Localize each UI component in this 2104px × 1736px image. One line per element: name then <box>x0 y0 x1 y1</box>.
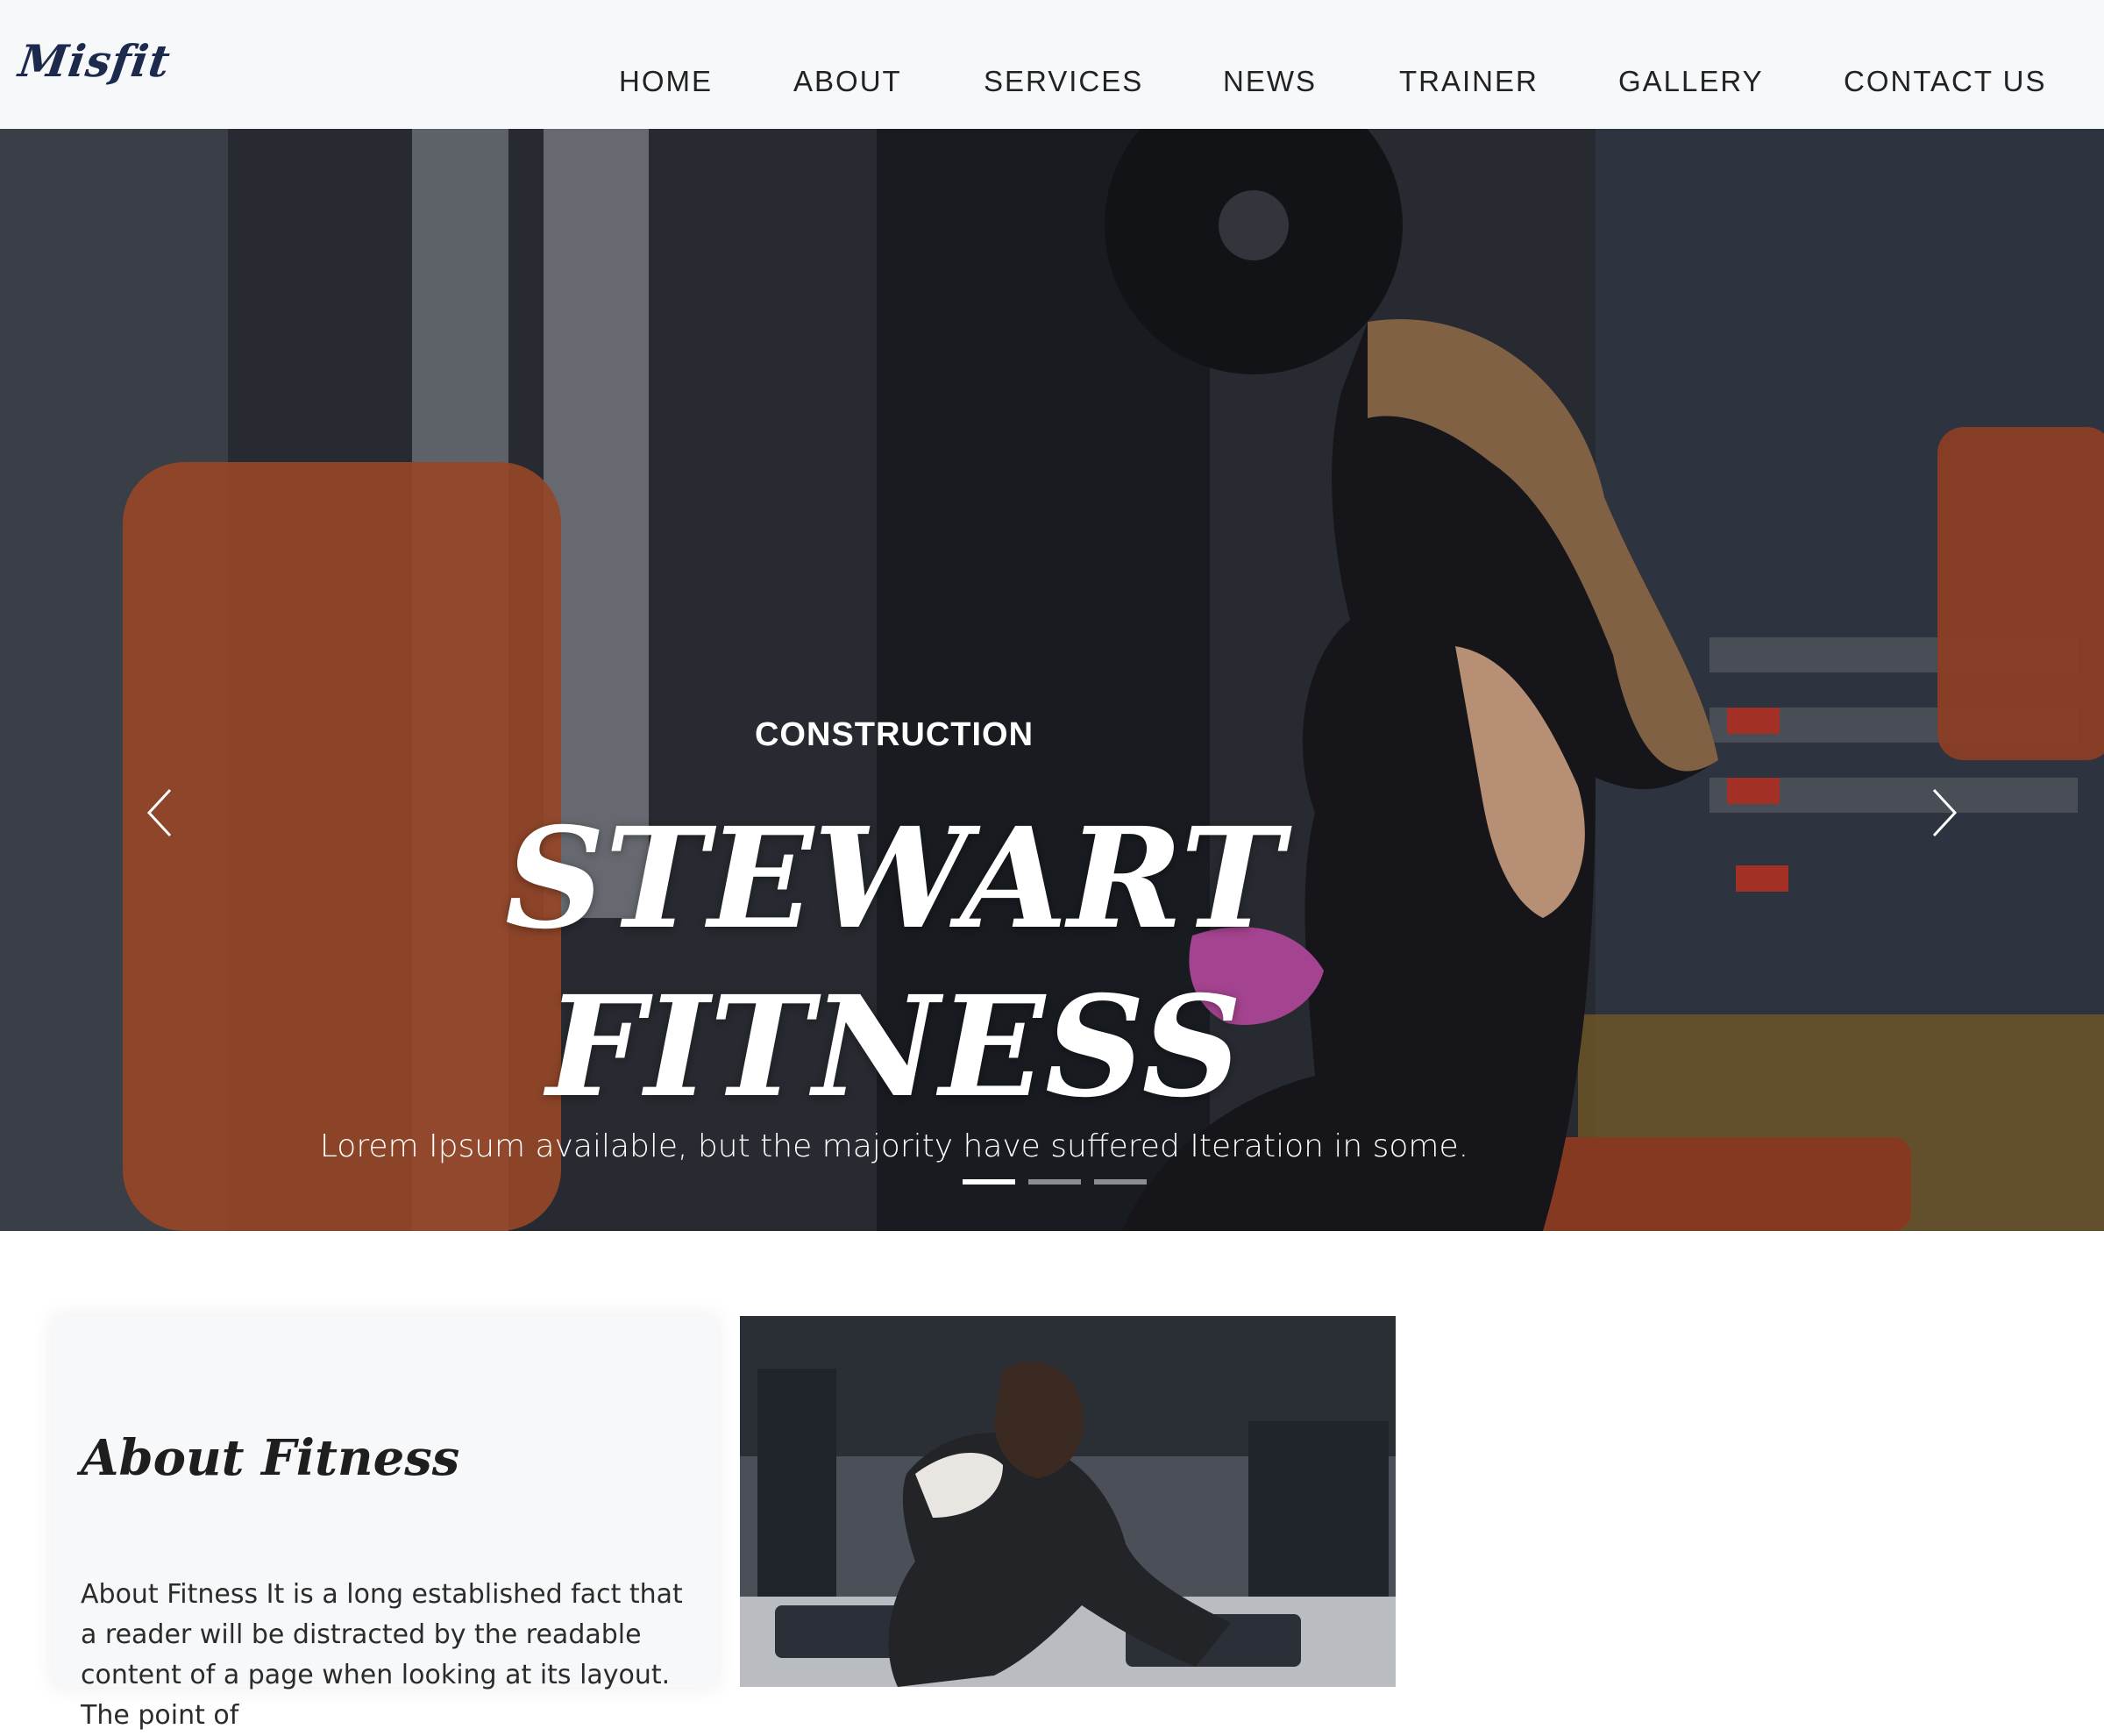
nav-item-contact-us[interactable]: CONTACT US <box>1844 65 2046 98</box>
hero-subtitle: Lorem Ipsum available, but the majority … <box>319 1128 1469 1164</box>
nav-item-about[interactable]: ABOUT <box>793 65 902 98</box>
carousel-next-button[interactable] <box>1920 778 1972 848</box>
nav-item-home[interactable]: HOME <box>619 65 713 98</box>
site-header: Misfit HOME ABOUT SERVICES NEWS TRAINER … <box>0 0 2104 129</box>
carousel-indicator-2[interactable] <box>1028 1179 1081 1185</box>
carousel-indicators <box>963 1179 1147 1188</box>
nav-item-gallery[interactable]: GALLERY <box>1618 65 1764 98</box>
nav-item-services[interactable]: SERVICES <box>984 65 1143 98</box>
nav-item-trainer[interactable]: TRAINER <box>1399 65 1539 98</box>
about-image <box>740 1316 1396 1687</box>
carousel-indicator-1[interactable] <box>963 1179 1015 1185</box>
nav-item-news[interactable]: NEWS <box>1223 65 1317 98</box>
carousel-indicator-3[interactable] <box>1094 1179 1147 1185</box>
chevron-right-icon <box>1932 788 1958 837</box>
hero-title-line-1: STEWART <box>504 798 1284 960</box>
about-text: About Fitness It is a long established f… <box>81 1579 683 1731</box>
about-title: About Fitness <box>81 1429 460 1487</box>
hero-kicker: CONSTRUCTION <box>754 716 1034 753</box>
hero-title-line-2: FITNESS <box>546 966 1242 1128</box>
hero-carousel: CONSTRUCTION STEWART FITNESS Lorem Ipsum… <box>0 129 2104 1231</box>
about-photo <box>740 1316 1396 1687</box>
hero-title: STEWART FITNESS <box>0 795 1788 1132</box>
main-nav: HOME ABOUT SERVICES NEWS TRAINER GALLERY… <box>0 65 2104 109</box>
